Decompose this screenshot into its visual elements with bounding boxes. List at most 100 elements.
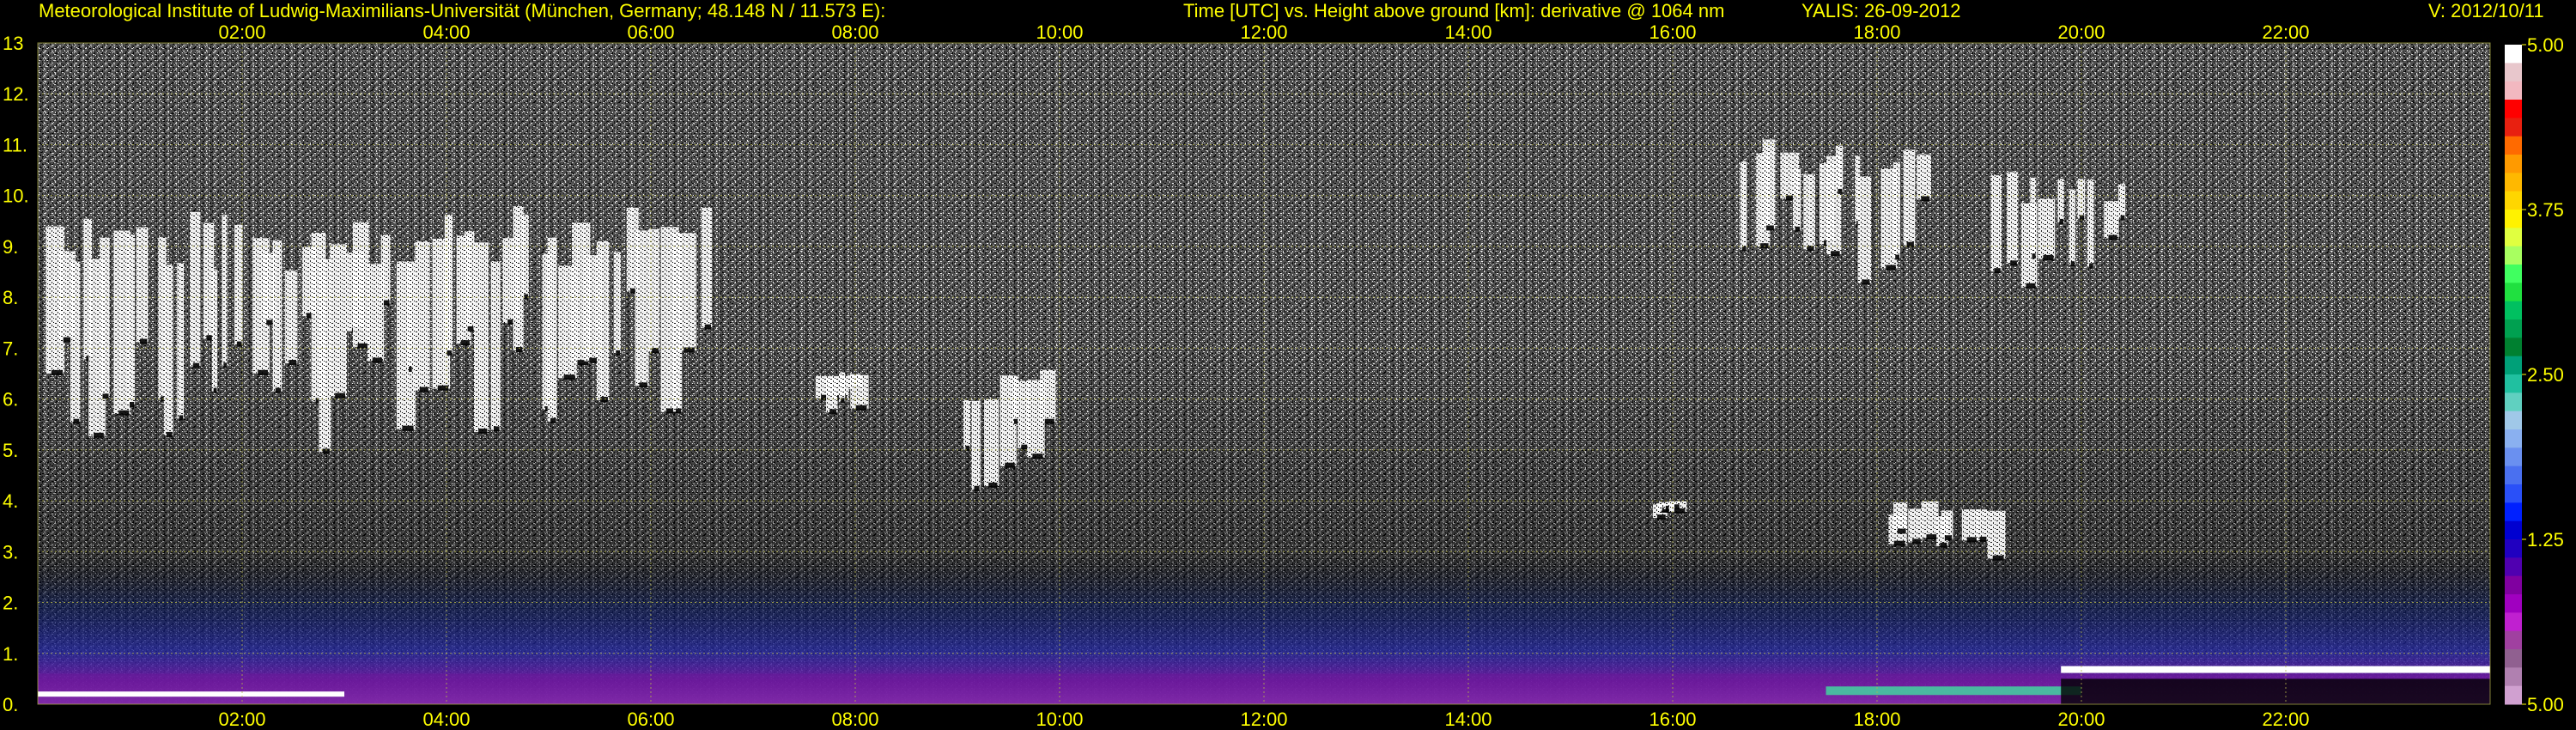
- cloud-shadow: [94, 432, 104, 438]
- y-tick-label: 2.: [3, 593, 18, 614]
- cloud-shadow: [275, 387, 282, 393]
- cloud-streak: [163, 265, 173, 435]
- cloud-streak: [635, 230, 649, 386]
- cloud-shadow: [683, 347, 695, 353]
- cloud-shadow: [447, 350, 453, 356]
- cloud-shadow: [206, 335, 213, 341]
- cloud-streak: [2087, 179, 2094, 267]
- cloud-shadow: [372, 357, 383, 363]
- cloud-streak: [984, 398, 999, 486]
- cloud-streak: [330, 244, 348, 397]
- cloud-shadow: [2089, 263, 2093, 269]
- cloud-shadow: [2070, 261, 2075, 267]
- cloud-shadow: [179, 415, 184, 421]
- colorbar-swatch: [2505, 374, 2522, 393]
- cloud-shadow: [289, 359, 297, 365]
- x-tick-label-top: 14:00: [1444, 21, 1492, 43]
- cloud-streak: [1040, 369, 1056, 423]
- cloud-streak: [2104, 201, 2119, 239]
- colorbar-swatch: [2505, 81, 2522, 100]
- cloud-shadow: [1831, 251, 1840, 257]
- cloud-streak: [521, 214, 529, 298]
- cloud-streak: [319, 259, 331, 453]
- cloud-shadow: [1893, 540, 1905, 546]
- lidar-heatmap-chart: 02:00 02:00 04:00 04:00 06:00 06:00 08:00 08:00…: [3, 21, 2564, 730]
- cloud-shadow: [51, 369, 63, 375]
- cloud-shadow: [192, 362, 200, 368]
- cloud-shadow: [402, 425, 414, 431]
- y-tick-label: 10.: [3, 186, 29, 207]
- colorbar-swatch: [2505, 539, 2522, 558]
- cloud-streak: [2007, 172, 2019, 265]
- cloud-shadow: [2079, 215, 2085, 221]
- cloud-streak: [2030, 177, 2037, 258]
- colorbar-swatch: [2505, 63, 2522, 82]
- boundary-layer-white-evening: [2061, 666, 2490, 673]
- cloud-streak: [99, 237, 110, 398]
- cloud-shadow: [1921, 196, 1930, 202]
- cloud-streak: [285, 270, 298, 363]
- cloud-shadow: [1005, 462, 1015, 468]
- boundary-layer-green-evening: [1826, 686, 2081, 696]
- cloud-shadow: [419, 386, 428, 392]
- cloud-shadow: [73, 418, 80, 424]
- colorbar-swatch: [2505, 630, 2522, 650]
- colorbar-swatch: [2505, 265, 2522, 283]
- cloud-shadow: [460, 340, 470, 346]
- cloud-shadow: [1926, 534, 1937, 540]
- boundary-layer-white-morning: [38, 691, 344, 697]
- colorbar-swatch: [2505, 338, 2522, 357]
- cloud-shadow: [563, 374, 575, 380]
- colorbar-swatch: [2505, 191, 2522, 210]
- x-tick-label-top: 18:00: [1853, 21, 1900, 43]
- cloud-shadow: [2043, 254, 2054, 260]
- x-tick-label-top: 20:00: [2057, 21, 2105, 43]
- x-tick-label-bottom: 20:00: [2057, 709, 2105, 730]
- cloud-shadow: [409, 367, 412, 373]
- cloud-shadow: [676, 408, 682, 414]
- x-tick-label-top: 02:00: [218, 21, 265, 43]
- cloud-streak: [211, 269, 218, 392]
- cloud-shadow: [467, 325, 474, 332]
- colorbar-swatch: [2505, 520, 2522, 540]
- cloud-shadow: [322, 448, 330, 454]
- cloud-shadow: [1897, 528, 1906, 534]
- colorbar-swatch: [2505, 246, 2522, 265]
- x-tick-label-bottom: 22:00: [2262, 709, 2309, 730]
- y-tick-label: 0.: [3, 694, 18, 715]
- cloud-shadow: [2059, 218, 2064, 224]
- cloud-shadow: [1741, 246, 1747, 252]
- y-tick-label: 4.: [3, 490, 18, 512]
- cloud-shadow: [223, 362, 227, 368]
- y-tick-label: 11.: [3, 134, 27, 155]
- cloud-shadow: [1665, 505, 1669, 511]
- y-tick-label: 8.: [3, 287, 18, 308]
- cloud-shadow: [1760, 243, 1769, 249]
- cloud-streak: [596, 240, 610, 401]
- cloud-shadow: [1966, 537, 1978, 543]
- colorbar-swatch: [2505, 429, 2522, 448]
- colorbar-swatch: [2505, 136, 2522, 155]
- cloud-streak: [136, 227, 149, 343]
- x-tick-label-top: 22:00: [2262, 21, 2309, 43]
- colorbar-swatch: [2505, 173, 2522, 192]
- cloud-streak: [1857, 176, 1872, 283]
- cloud-streak: [352, 222, 369, 347]
- x-tick-label-top: 16:00: [1649, 21, 1696, 43]
- cloud-shadow: [129, 402, 135, 408]
- cloud-shadow: [357, 343, 368, 349]
- cloud-shadow: [524, 294, 529, 300]
- colorbar-swatch: [2505, 100, 2522, 119]
- cloud-shadow: [139, 338, 148, 344]
- colorbar-swatch: [2505, 411, 2522, 430]
- cloud-shadow: [639, 382, 648, 388]
- cloud-streak: [2038, 198, 2056, 259]
- colorbar-swatch: [2505, 465, 2522, 485]
- colorbar-swatch: [2505, 685, 2522, 705]
- colorbar-tick-label: 5.00: [2527, 34, 2564, 56]
- x-tick-label-top: 04:00: [422, 21, 470, 43]
- y-tick-label: 13: [3, 33, 23, 54]
- cloud-shadow: [1895, 254, 1900, 260]
- cloud-shadow: [2032, 253, 2036, 259]
- cloud-streak: [702, 208, 713, 328]
